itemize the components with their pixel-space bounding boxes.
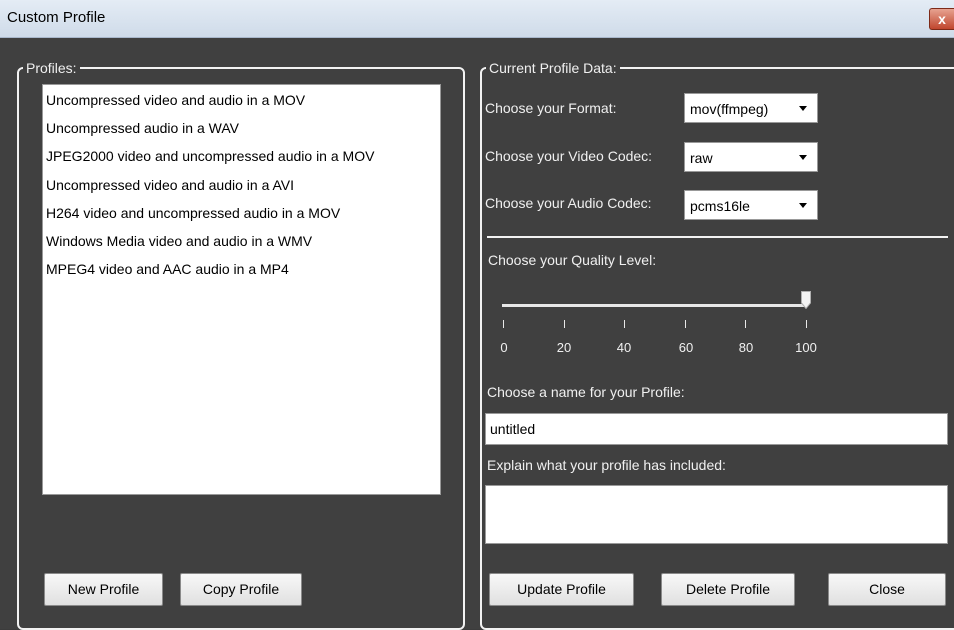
explain-label: Explain what your profile has included: (487, 457, 726, 473)
explain-textarea[interactable] (485, 485, 948, 544)
video-codec-value: raw (690, 150, 713, 166)
section-divider (487, 236, 948, 238)
chevron-down-icon (799, 203, 807, 208)
slider-tick-label: 0 (500, 340, 508, 355)
format-value: mov(ffmpeg) (690, 101, 769, 117)
slider-tick (564, 320, 565, 328)
slider-track[interactable] (502, 304, 808, 307)
new-profile-button[interactable]: New Profile (44, 573, 163, 606)
close-button[interactable]: Close (828, 573, 946, 606)
slider-tick-label: 60 (678, 340, 694, 355)
format-select[interactable]: mov(ffmpeg) (684, 93, 818, 123)
audio-codec-value: pcms16le (690, 198, 750, 214)
update-profile-button[interactable]: Update Profile (489, 573, 634, 606)
dialog-body: Profiles: Uncompressed video and audio i… (0, 38, 954, 630)
chevron-down-icon (799, 106, 807, 111)
title-bar: Custom Profile x (0, 0, 954, 38)
profile-name-label: Choose a name for your Profile: (487, 384, 685, 400)
copy-profile-button[interactable]: Copy Profile (180, 573, 302, 606)
slider-thumb-icon[interactable] (801, 291, 811, 309)
slider-tick (503, 320, 504, 328)
video-codec-label: Choose your Video Codec: (485, 148, 653, 164)
chevron-down-icon (799, 155, 807, 160)
delete-profile-button[interactable]: Delete Profile (661, 573, 795, 606)
audio-codec-label: Choose your Audio Codec: (485, 195, 652, 211)
profiles-list[interactable]: Uncompressed video and audio in a MOV Un… (42, 84, 441, 495)
profile-list-item[interactable]: H264 video and uncompressed audio in a M… (46, 205, 340, 221)
audio-codec-select[interactable]: pcms16le (684, 190, 818, 220)
quality-label: Choose your Quality Level: (488, 252, 657, 268)
slider-tick (685, 320, 686, 328)
format-label: Choose your Format: (485, 100, 617, 116)
slider-tick (624, 320, 625, 328)
slider-tick (745, 320, 746, 328)
profile-list-item[interactable]: Uncompressed video and audio in a AVI (46, 177, 294, 193)
profile-list-item[interactable]: JPEG2000 video and uncompressed audio in… (46, 148, 374, 164)
slider-tick-label: 100 (795, 340, 817, 355)
profile-name-input[interactable] (485, 413, 948, 445)
slider-tick (806, 320, 807, 328)
slider-tick-label: 80 (738, 340, 754, 355)
profile-list-item[interactable]: Windows Media video and audio in a WMV (46, 233, 312, 249)
video-codec-select[interactable]: raw (684, 142, 818, 172)
current-profile-legend: Current Profile Data: (489, 60, 617, 76)
profile-list-item[interactable]: Uncompressed video and audio in a MOV (46, 92, 305, 108)
profiles-legend: Profiles: (26, 60, 77, 76)
close-icon: x (938, 11, 946, 27)
profile-list-item[interactable]: Uncompressed audio in a WAV (46, 120, 239, 136)
slider-tick-label: 20 (556, 340, 572, 355)
slider-tick-label: 40 (616, 340, 632, 355)
window-close-button[interactable]: x (929, 8, 954, 30)
window-title: Custom Profile (7, 9, 106, 26)
profile-list-item[interactable]: MPEG4 video and AAC audio in a MP4 (46, 261, 289, 277)
